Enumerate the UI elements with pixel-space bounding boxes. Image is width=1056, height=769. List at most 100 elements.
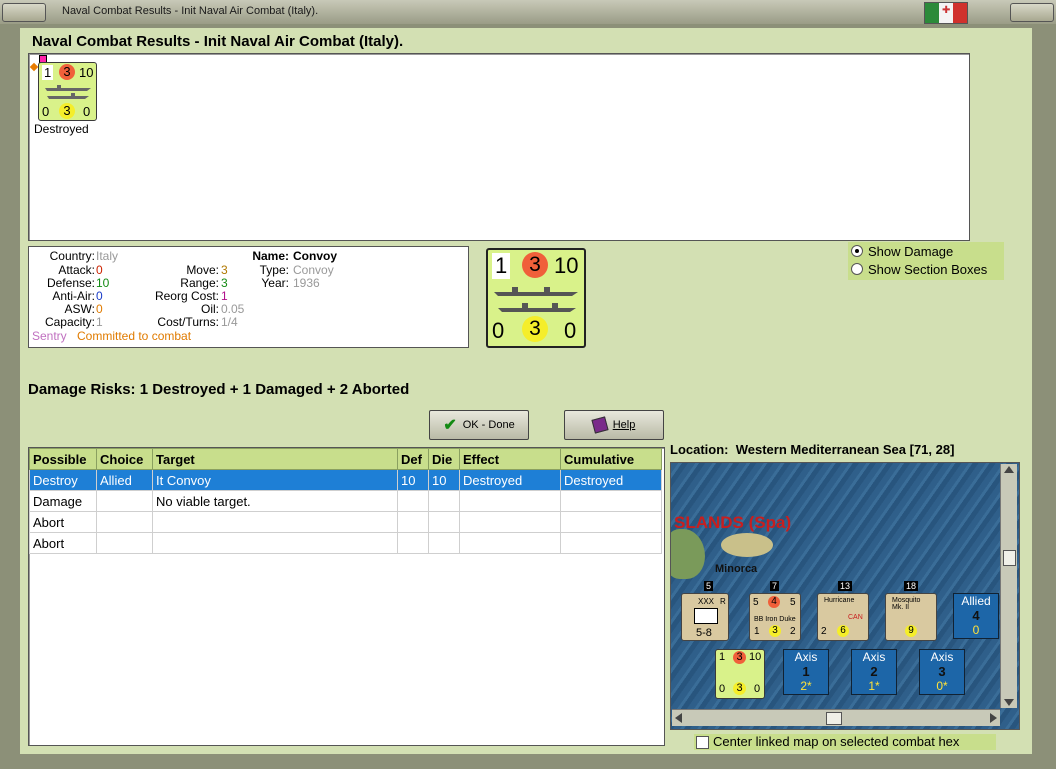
island-shape <box>721 533 773 557</box>
big-counter-bottom-left: 0 <box>492 318 505 343</box>
cell-target: It Convoy <box>152 469 398 491</box>
axis-box-num: 1 <box>802 664 810 679</box>
unit-hurricane-bottom-left: 2 <box>821 626 827 637</box>
show-damage-label[interactable]: Show Damage <box>868 244 953 259</box>
linked-map-view[interactable]: SLANDS (Spa) Minorca 5 XXX R 5-8 7 5 4 5… <box>670 462 1020 730</box>
center-map-checkbox[interactable] <box>696 736 709 749</box>
col-effect[interactable]: Effect <box>459 448 561 470</box>
cell-choice <box>96 532 153 554</box>
big-counter-center: 3 <box>522 252 548 278</box>
map-convoy-center: 3 <box>733 651 746 664</box>
col-die[interactable]: Die <box>428 448 460 470</box>
title-bar: Naval Combat Results - Init Naval Air Co… <box>0 0 1056 24</box>
cell-possible: Damage <box>29 490 97 512</box>
antiair-label: Anti-Air: <box>52 289 95 303</box>
axis-section-box-1[interactable]: Axis 1 2* <box>783 649 829 695</box>
table-row[interactable]: Destroy Allied It Convoy 10 10 Destroyed Destr… <box>29 469 662 491</box>
oil-value: 0.05 <box>221 302 245 316</box>
type-label: Type: <box>259 263 289 277</box>
allied-box-label: Allied <box>961 594 991 608</box>
col-def[interactable]: Def <box>397 448 429 470</box>
map-vertical-scrollbar[interactable] <box>1000 464 1017 708</box>
big-counter-left: 1 <box>492 253 511 279</box>
page-title: Naval Combat Results - Init Naval Air Co… <box>32 33 404 50</box>
show-section-boxes-radio[interactable] <box>851 263 863 275</box>
asw-label: ASW: <box>64 302 95 316</box>
defense-value: 10 <box>96 276 110 290</box>
cost-value: 1/4 <box>221 315 238 329</box>
unit-xxx-strength: 5-8 <box>696 627 712 639</box>
show-section-boxes-label[interactable]: Show Section Boxes <box>868 262 987 277</box>
island-label: Minorca <box>715 563 758 575</box>
allied-section-box[interactable]: Allied 4 0 <box>953 593 999 639</box>
cost-label: Cost/Turns: <box>157 315 219 329</box>
unit-xxx-symbol-icon <box>694 608 718 624</box>
map-convoy-right: 10 <box>749 651 762 663</box>
center-map-option: Center linked map on selected combat hex <box>694 734 996 750</box>
axis-box-sub: 1* <box>868 679 880 693</box>
minimize-button[interactable] <box>1010 3 1054 22</box>
axis-section-box-3[interactable]: Axis 3 0* <box>919 649 965 695</box>
cell-choice <box>96 511 153 533</box>
table-header-row: Possible Choice Target Def Die Effect Cu… <box>29 448 662 470</box>
table-row[interactable]: Abort <box>29 511 662 533</box>
selected-unit-counter[interactable]: 1 3 10 0 3 0 <box>486 248 586 348</box>
cell-die: 10 <box>428 469 460 491</box>
region-label: SLANDS (Spa) <box>674 513 792 532</box>
location-label: Location: <box>670 442 729 457</box>
name-value: Convoy <box>293 249 338 263</box>
scroll-down-arrow-icon[interactable] <box>1004 699 1014 706</box>
col-target[interactable]: Target <box>152 448 398 470</box>
col-possible[interactable]: Possible <box>29 448 97 470</box>
map-unit-hurricane[interactable]: 13 Hurricane CAN 2 6 <box>817 581 869 641</box>
map-horizontal-scrollbar[interactable] <box>672 709 1000 726</box>
axis-section-box-2[interactable]: Axis 2 1* <box>851 649 897 695</box>
map-convoy-bottom-left: 0 <box>719 683 726 695</box>
counter-center: 3 <box>59 64 75 80</box>
cell-def <box>397 490 429 512</box>
cell-def: 10 <box>397 469 429 491</box>
scroll-thumb[interactable] <box>826 712 842 725</box>
checkmark-icon: ✔ <box>443 417 457 434</box>
scroll-thumb[interactable] <box>1003 550 1016 566</box>
reorg-label: Reorg Cost: <box>154 289 219 303</box>
result-unit-counter[interactable]: 1 3 10 0 3 0 <box>38 62 97 121</box>
unit-info-panel: Country: Italy Attack: 0 Defense: 10 Ant… <box>28 246 469 348</box>
help-button[interactable]: Help <box>564 410 664 440</box>
unit-xxx-name: XXX <box>698 597 715 606</box>
unit-bb-bottom-center: 3 <box>769 625 781 637</box>
map-unit-bb-iron-duke[interactable]: 7 5 4 5 BB Iron Duke 1 3 2 <box>749 581 801 641</box>
axis-box-sub: 2* <box>800 679 812 693</box>
axis-box-label: Axis <box>794 650 818 664</box>
col-cumulative[interactable]: Cumulative <box>560 448 662 470</box>
window-menu-button[interactable] <box>2 3 46 22</box>
cell-effect <box>459 511 561 533</box>
cell-effect: Destroyed <box>459 469 561 491</box>
map-unit-xxx[interactable]: 5 XXX R 5-8 <box>681 581 729 641</box>
table-row[interactable]: Damage No viable target. <box>29 490 662 512</box>
asw-value: 0 <box>96 302 103 316</box>
scroll-up-arrow-icon[interactable] <box>1004 466 1014 473</box>
ok-done-button[interactable]: ✔ OK - Done <box>429 410 529 440</box>
unit-bb-bottom-left: 1 <box>754 626 760 637</box>
unit-bb-right: 5 <box>790 597 796 608</box>
year-value: 1936 <box>293 276 320 290</box>
attack-value: 0 <box>96 263 103 277</box>
scroll-right-arrow-icon[interactable] <box>990 713 997 723</box>
center-map-label[interactable]: Center linked map on selected combat hex <box>713 734 959 749</box>
map-convoy-counter[interactable]: 1 3 10 0 3 0 <box>715 649 765 699</box>
col-choice[interactable]: Choice <box>96 448 153 470</box>
unit-hurricane-name: Hurricane <box>824 597 855 604</box>
axis-box-label: Axis <box>862 650 886 664</box>
map-unit-mosquito[interactable]: 18 Mosquito Mk. II 9 <box>885 581 937 641</box>
show-damage-radio[interactable] <box>851 245 863 257</box>
scroll-left-arrow-icon[interactable] <box>675 713 682 723</box>
big-counter-bottom-center: 3 <box>522 316 548 342</box>
axis-box-sub: 0* <box>936 679 948 693</box>
table-row[interactable]: Abort <box>29 532 662 554</box>
cell-target <box>152 511 398 533</box>
oil-label: Oil: <box>201 302 219 316</box>
capacity-label: Capacity: <box>44 315 95 329</box>
capacity-value: 1 <box>96 315 103 329</box>
type-value: Convoy <box>293 263 334 277</box>
